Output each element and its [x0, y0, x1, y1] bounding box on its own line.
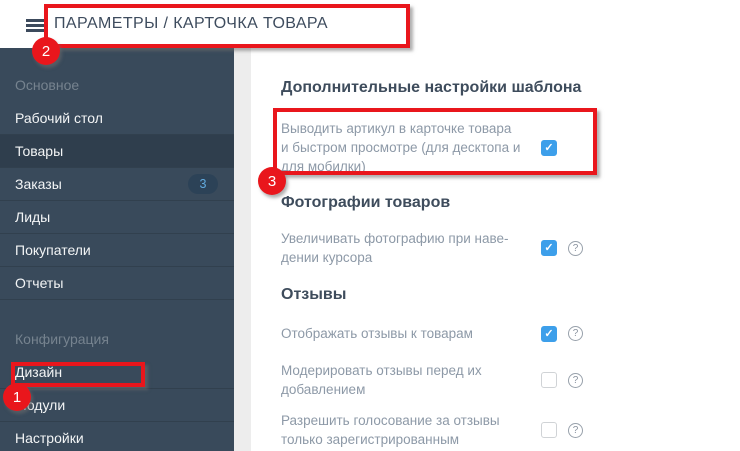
sidebar-item-reports[interactable]: Отчеты	[0, 267, 234, 300]
checkbox-moderate-reviews[interactable]	[541, 372, 557, 388]
sidebar-item-label: Лиды	[15, 209, 51, 225]
hamburger-menu-icon[interactable]	[26, 19, 45, 32]
sidebar-item-settings[interactable]: Настройки	[0, 422, 234, 451]
annotation-step-3: 3	[258, 167, 286, 195]
checkbox-review-voting[interactable]	[541, 422, 557, 438]
setting-label: Отображать отзывы к товарам	[281, 326, 473, 341]
admin-window: ПАРАМЕТРЫ / КАРТОЧКА ТОВАРА Основное Раб…	[0, 0, 740, 451]
sidebar-item-orders[interactable]: Заказы 3	[0, 168, 234, 201]
sidebar-item-label: Покупатели	[15, 242, 91, 258]
help-icon[interactable]: ?	[568, 326, 583, 341]
setting-row-show-reviews: Отображать отзывы к товарам ?	[281, 324, 616, 343]
setting-row-photo-zoom: Увеличивать фотографию при наве- дении к…	[281, 229, 616, 267]
sidebar-item-products[interactable]: Товары	[0, 135, 234, 168]
setting-row-moderate-reviews: Модерировать отзывы перед их добавлением…	[281, 361, 616, 399]
checkbox-photo-zoom[interactable]	[541, 240, 557, 256]
sidebar-item-dashboard[interactable]: Рабочий стол	[0, 102, 234, 135]
setting-label: Увеличивать фотографию при наве- дении к…	[281, 231, 509, 265]
setting-row-review-voting: Разрешить голосование за отзывы только з…	[281, 411, 616, 449]
setting-label: Разрешить голосование за отзывы только з…	[281, 413, 500, 447]
sidebar-item-label: Отчеты	[15, 275, 64, 291]
help-icon[interactable]: ?	[568, 240, 583, 256]
help-icon[interactable]: ?	[568, 372, 583, 388]
sidebar-item-label: Товары	[15, 143, 64, 159]
annotation-step-1: 1	[3, 383, 31, 411]
annotation-step-2: 2	[32, 37, 60, 65]
checkbox-show-reviews[interactable]	[541, 325, 557, 342]
section-heading-template-settings: Дополнительные настройки шаблона	[281, 79, 582, 96]
orders-count-badge: 3	[188, 174, 218, 194]
setting-label: Модерировать отзывы перед их добавлением	[281, 363, 482, 397]
section-heading-product-photos: Фотографии товаров	[281, 194, 451, 211]
annotation-box-article-setting	[273, 108, 597, 175]
sidebar-item-label: Заказы	[15, 176, 62, 192]
sidebar-item-modules[interactable]: Модули	[0, 389, 234, 422]
sidebar-item-customers[interactable]: Покупатели	[0, 234, 234, 267]
annotation-box-design-item	[11, 362, 145, 387]
content-scrollbar[interactable]	[234, 48, 251, 451]
section-heading-reviews: Отзывы	[281, 286, 347, 303]
sidebar-item-leads[interactable]: Лиды	[0, 201, 234, 234]
sidebar-item-label: Настройки	[15, 430, 84, 446]
help-icon[interactable]: ?	[568, 422, 583, 438]
sidebar: Основное Рабочий стол Товары Заказы 3 Ли…	[0, 48, 234, 451]
sidebar-item-label: Рабочий стол	[15, 110, 103, 126]
annotation-box-page-title	[44, 4, 410, 48]
sidebar-section-config: Конфигурация	[15, 331, 109, 347]
